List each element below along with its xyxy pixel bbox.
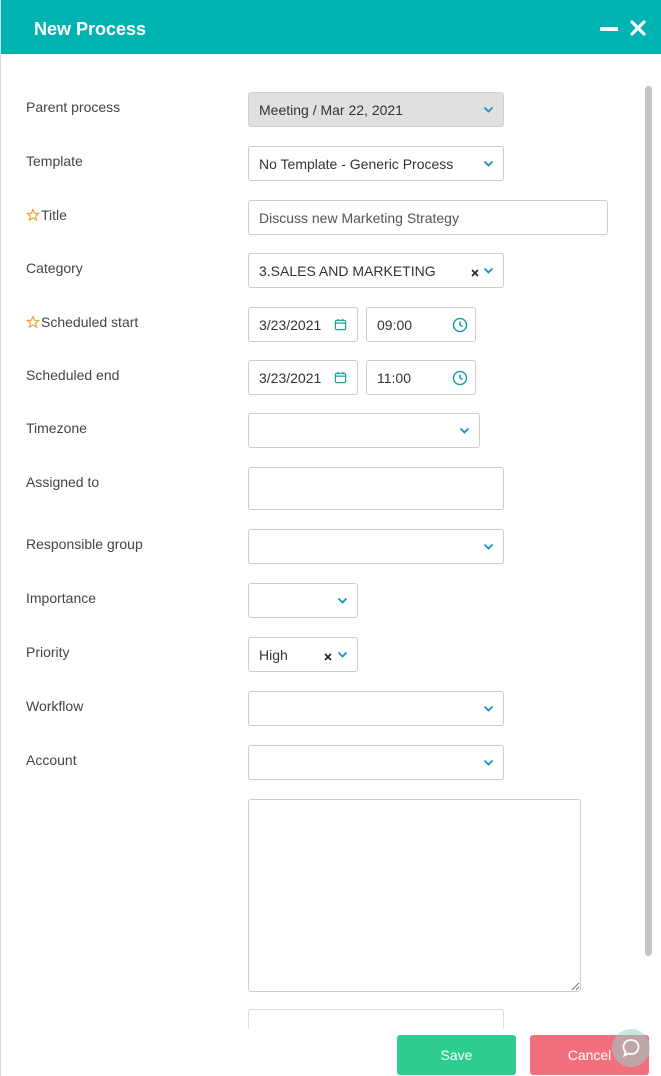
parent-process-label: Parent process [26, 99, 121, 115]
star-icon [26, 208, 40, 222]
workflow-label: Workflow [26, 698, 84, 714]
clear-icon[interactable] [470, 268, 480, 278]
chevron-down-icon [337, 651, 348, 658]
category-label: Category [26, 260, 83, 276]
calendar-icon[interactable] [334, 371, 347, 384]
timezone-label: Timezone [26, 420, 87, 436]
chevron-down-icon [483, 106, 494, 113]
star-icon [26, 315, 40, 329]
responsible-group-select[interactable] [248, 529, 504, 564]
next-field-partial[interactable] [248, 1009, 504, 1029]
account-select[interactable] [248, 745, 504, 780]
scheduled-start-date-input[interactable]: 3/23/2021 [248, 307, 358, 342]
template-select[interactable]: No Template - Generic Process [248, 146, 504, 181]
notes-textarea[interactable] [248, 799, 581, 992]
chevron-down-icon [483, 267, 494, 274]
minimize-icon[interactable] [599, 18, 619, 38]
scheduled-end-date-input[interactable]: 3/23/2021 [248, 360, 358, 395]
title-label-row: Title [26, 206, 67, 224]
workflow-select[interactable] [248, 691, 504, 726]
priority-label: Priority [26, 644, 70, 660]
assigned-to-input[interactable] [248, 467, 504, 510]
timezone-select[interactable] [248, 413, 480, 448]
category-value: 3.SALES AND MARKETING [259, 263, 436, 279]
dialog-title: New Process [34, 19, 147, 39]
scheduled-start-time-value: 09:00 [377, 317, 413, 333]
title-label: Title [41, 207, 67, 223]
parent-process-select[interactable]: Meeting / Mar 22, 2021 [248, 92, 504, 127]
chevron-down-icon [483, 543, 494, 550]
priority-value: High [259, 647, 288, 663]
scheduled-start-label-row: Scheduled start [26, 313, 138, 331]
chat-icon[interactable] [612, 1029, 650, 1067]
template-value: No Template - Generic Process [259, 156, 454, 172]
clock-icon[interactable] [452, 317, 468, 333]
chevron-down-icon [459, 427, 470, 434]
save-button[interactable]: Save [397, 1035, 516, 1075]
scheduled-end-label: Scheduled end [26, 367, 120, 383]
priority-select[interactable]: High [248, 637, 358, 672]
importance-label: Importance [26, 590, 97, 606]
calendar-icon[interactable] [334, 318, 347, 331]
account-label: Account [26, 752, 77, 768]
chevron-down-icon [483, 759, 494, 766]
clock-icon[interactable] [452, 370, 468, 386]
title-input[interactable]: Discuss new Marketing Strategy [248, 200, 608, 235]
scheduled-end-time-input[interactable]: 11:00 [366, 360, 476, 395]
scheduled-end-date-value: 3/23/2021 [259, 370, 322, 386]
chevron-down-icon [483, 160, 494, 167]
assigned-to-label: Assigned to [26, 474, 100, 490]
close-icon[interactable] [628, 18, 648, 38]
chevron-down-icon [337, 597, 348, 604]
chevron-down-icon [483, 705, 494, 712]
template-label: Template [26, 153, 83, 169]
parent-process-value: Meeting / Mar 22, 2021 [259, 102, 403, 118]
scheduled-end-time-value: 11:00 [377, 370, 411, 386]
scheduled-start-date-value: 3/23/2021 [259, 317, 322, 333]
new-process-dialog: New Process Parent process Meeting / Mar… [0, 0, 661, 1076]
dialog-titlebar: New Process [1, 0, 661, 54]
scrollbar-thumb[interactable] [645, 86, 652, 956]
clear-icon[interactable] [323, 652, 333, 662]
scheduled-start-time-input[interactable]: 09:00 [366, 307, 476, 342]
title-value: Discuss new Marketing Strategy [259, 210, 459, 226]
responsible-group-label: Responsible group [26, 536, 143, 552]
importance-select[interactable] [248, 583, 358, 618]
scheduled-start-label: Scheduled start [41, 314, 139, 330]
category-select[interactable]: 3.SALES AND MARKETING [248, 253, 504, 288]
